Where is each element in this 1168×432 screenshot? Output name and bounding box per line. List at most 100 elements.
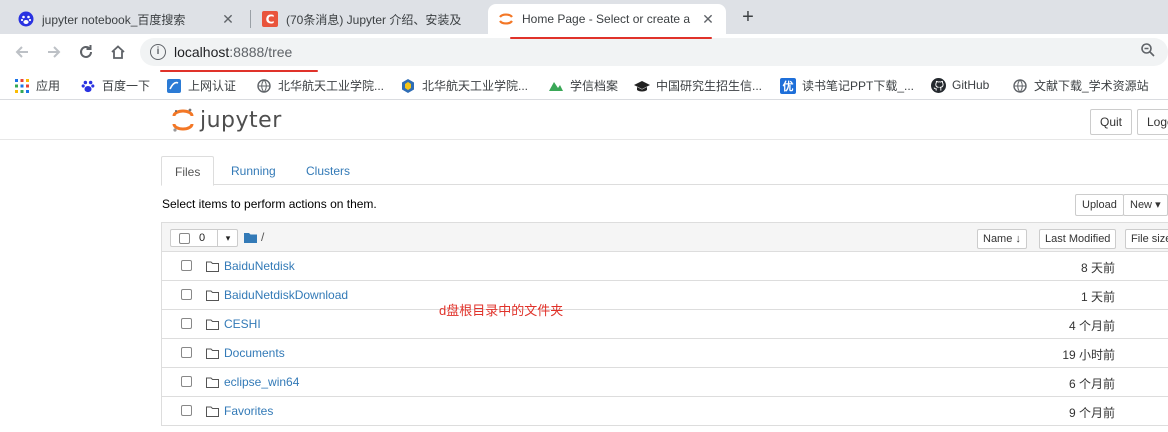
home-button[interactable] [106, 40, 130, 64]
bookmark-label: GitHub [952, 78, 990, 92]
apps-grid-icon [14, 78, 30, 94]
close-icon[interactable]: ✕ [700, 11, 716, 28]
selection-hint: Select items to perform actions on them. [162, 197, 377, 211]
arrow-right-icon [48, 46, 61, 58]
file-link[interactable]: eclipse_win64 [224, 375, 299, 389]
select-dropdown-caret-icon[interactable]: ▾ [217, 229, 238, 247]
row-checkbox[interactable] [181, 405, 192, 416]
tab-divider [250, 10, 251, 28]
new-button-label: New [1130, 199, 1153, 211]
url-host: localhost [174, 44, 230, 60]
bookmark-label: 百度一下 [102, 79, 151, 93]
file-modified: 8 天前 [1080, 261, 1115, 275]
bookmark-literature[interactable]: 文献下载_学术资源站 [1012, 77, 1149, 94]
baidu-paw-icon [80, 78, 96, 94]
bookmark-chsi[interactable]: 学信档案 [548, 77, 618, 94]
list-item[interactable]: BaiduNetdiskDownload 1 天前 [161, 281, 1168, 310]
tab-title: Home Page - Select or create a [522, 12, 691, 26]
file-link[interactable]: CESHI [224, 317, 261, 331]
list-item[interactable]: Favorites 9 个月前 [161, 397, 1168, 426]
row-checkbox[interactable] [181, 376, 192, 387]
tab-clusters[interactable]: Clusters [293, 156, 363, 185]
jupyter-logo[interactable]: jupyter [172, 107, 282, 133]
bookmark-baidu[interactable]: 百度一下 [80, 77, 150, 94]
select-all-checkbox[interactable] [179, 233, 190, 244]
row-checkbox[interactable] [181, 347, 192, 358]
breadcrumb[interactable]: / [244, 230, 264, 244]
folder-filled-icon [244, 232, 257, 243]
close-icon[interactable]: ✕ [220, 11, 236, 28]
folder-icon [206, 406, 219, 417]
folder-icon [206, 290, 219, 301]
file-list-header: 0 ▾ / Name ↓ Last Modified File size [161, 222, 1168, 252]
jupyter-logo-icon [172, 108, 194, 132]
file-link[interactable]: BaiduNetdisk [224, 259, 295, 273]
bookmark-college-1[interactable]: 北华航天工业学院... [256, 77, 384, 94]
new-tab-button[interactable]: + [736, 5, 760, 29]
forward-button[interactable] [42, 40, 66, 64]
file-link[interactable]: Documents [224, 346, 285, 360]
bookmark-yanzhao[interactable]: 中国研究生招生信... [634, 77, 762, 94]
bookmarks-bar: 应用 百度一下 上网认证 北华航天工业学院... 北华航天工业学院... 学信档… [0, 70, 1168, 100]
bookmark-college-2[interactable]: 北华航天工业学院... [400, 77, 528, 94]
sort-by-name-button[interactable]: Name ↓ [977, 229, 1027, 249]
file-link[interactable]: Favorites [224, 404, 273, 418]
list-item[interactable]: eclipse_win64 6 个月前 [161, 368, 1168, 397]
file-list: BaiduNetdisk 8 天前 BaiduNetdiskDownload 1… [161, 252, 1168, 426]
site-info-icon[interactable]: i [150, 44, 166, 60]
csdn-c-icon: C [262, 11, 278, 27]
bookmark-github[interactable]: GitHub [930, 77, 989, 93]
bookmark-reading-notes[interactable]: 优 读书笔记PPT下载_... [780, 77, 914, 94]
jupyter-page: jupyter Quit Logo Files Running Clusters… [0, 101, 1168, 432]
file-link[interactable]: BaiduNetdiskDownload [224, 288, 348, 302]
tab-title: (70条消息) Jupyter 介绍、安装及 [286, 12, 462, 27]
list-item[interactable]: CESHI 4 个月前 [161, 310, 1168, 339]
logout-button[interactable]: Logo [1137, 109, 1168, 135]
browser-tab-jupyter[interactable]: Home Page - Select or create a ✕ [488, 4, 726, 34]
annotation-note: d盘根目录中的文件夹 [439, 303, 564, 318]
breadcrumb-root[interactable]: / [261, 230, 264, 244]
globe-icon [1012, 78, 1028, 94]
folder-icon [206, 319, 219, 330]
address-bar[interactable]: i localhost:8888/tree [140, 38, 1168, 66]
address-url[interactable]: localhost:8888/tree [174, 44, 292, 60]
new-button[interactable]: New ▾ [1123, 194, 1168, 216]
network-auth-icon [166, 78, 182, 94]
browser-tab-baidu[interactable]: jupyter notebook_百度搜索 ✕ [8, 4, 246, 34]
bookmark-label: 上网认证 [188, 79, 237, 93]
bookmark-label: 北华航天工业学院... [422, 79, 529, 93]
bookmark-network-auth[interactable]: 上网认证 [166, 77, 236, 94]
tab-title: jupyter notebook_百度搜索 [42, 12, 186, 27]
you-icon: 优 [780, 77, 796, 94]
file-modified: 6 个月前 [1068, 377, 1115, 391]
jupyter-logo-text: jupyter [200, 107, 282, 133]
arrow-down-icon: ↓ [1015, 233, 1021, 245]
back-button[interactable] [10, 40, 34, 64]
bookmark-label: 学信档案 [570, 79, 619, 93]
bookmark-label: 应用 [36, 79, 61, 93]
browser-tab-csdn[interactable]: C (70条消息) Jupyter 介绍、安装及 [252, 4, 484, 34]
row-checkbox[interactable] [181, 260, 192, 271]
reload-button[interactable] [74, 40, 98, 64]
svg-text:C: C [266, 13, 275, 27]
annotation-underline-tab [510, 37, 712, 39]
upload-button[interactable]: Upload [1075, 194, 1124, 216]
select-all-control[interactable]: 0 ▾ [170, 229, 238, 247]
sort-by-modified-button[interactable]: Last Modified [1039, 229, 1117, 249]
sort-by-size-button[interactable]: File size [1125, 229, 1168, 249]
bookmark-label: 中国研究生招生信... [656, 79, 763, 93]
bookmark-apps[interactable]: 应用 [14, 77, 60, 94]
jupyter-header: jupyter Quit Logo [0, 101, 1168, 140]
arrow-left-icon [15, 46, 28, 58]
tab-files[interactable]: Files [161, 156, 215, 186]
tab-running[interactable]: Running [218, 156, 289, 185]
row-checkbox[interactable] [181, 289, 192, 300]
mortarboard-icon [634, 78, 650, 94]
list-item[interactable]: BaiduNetdisk 8 天前 [161, 252, 1168, 281]
list-item[interactable]: Documents 19 小时前 [161, 339, 1168, 368]
quit-button[interactable]: Quit [1090, 109, 1133, 135]
zoom-icon[interactable] [1140, 42, 1156, 62]
row-checkbox[interactable] [181, 318, 192, 329]
jupyter-icon [498, 11, 514, 27]
github-icon [930, 77, 946, 93]
